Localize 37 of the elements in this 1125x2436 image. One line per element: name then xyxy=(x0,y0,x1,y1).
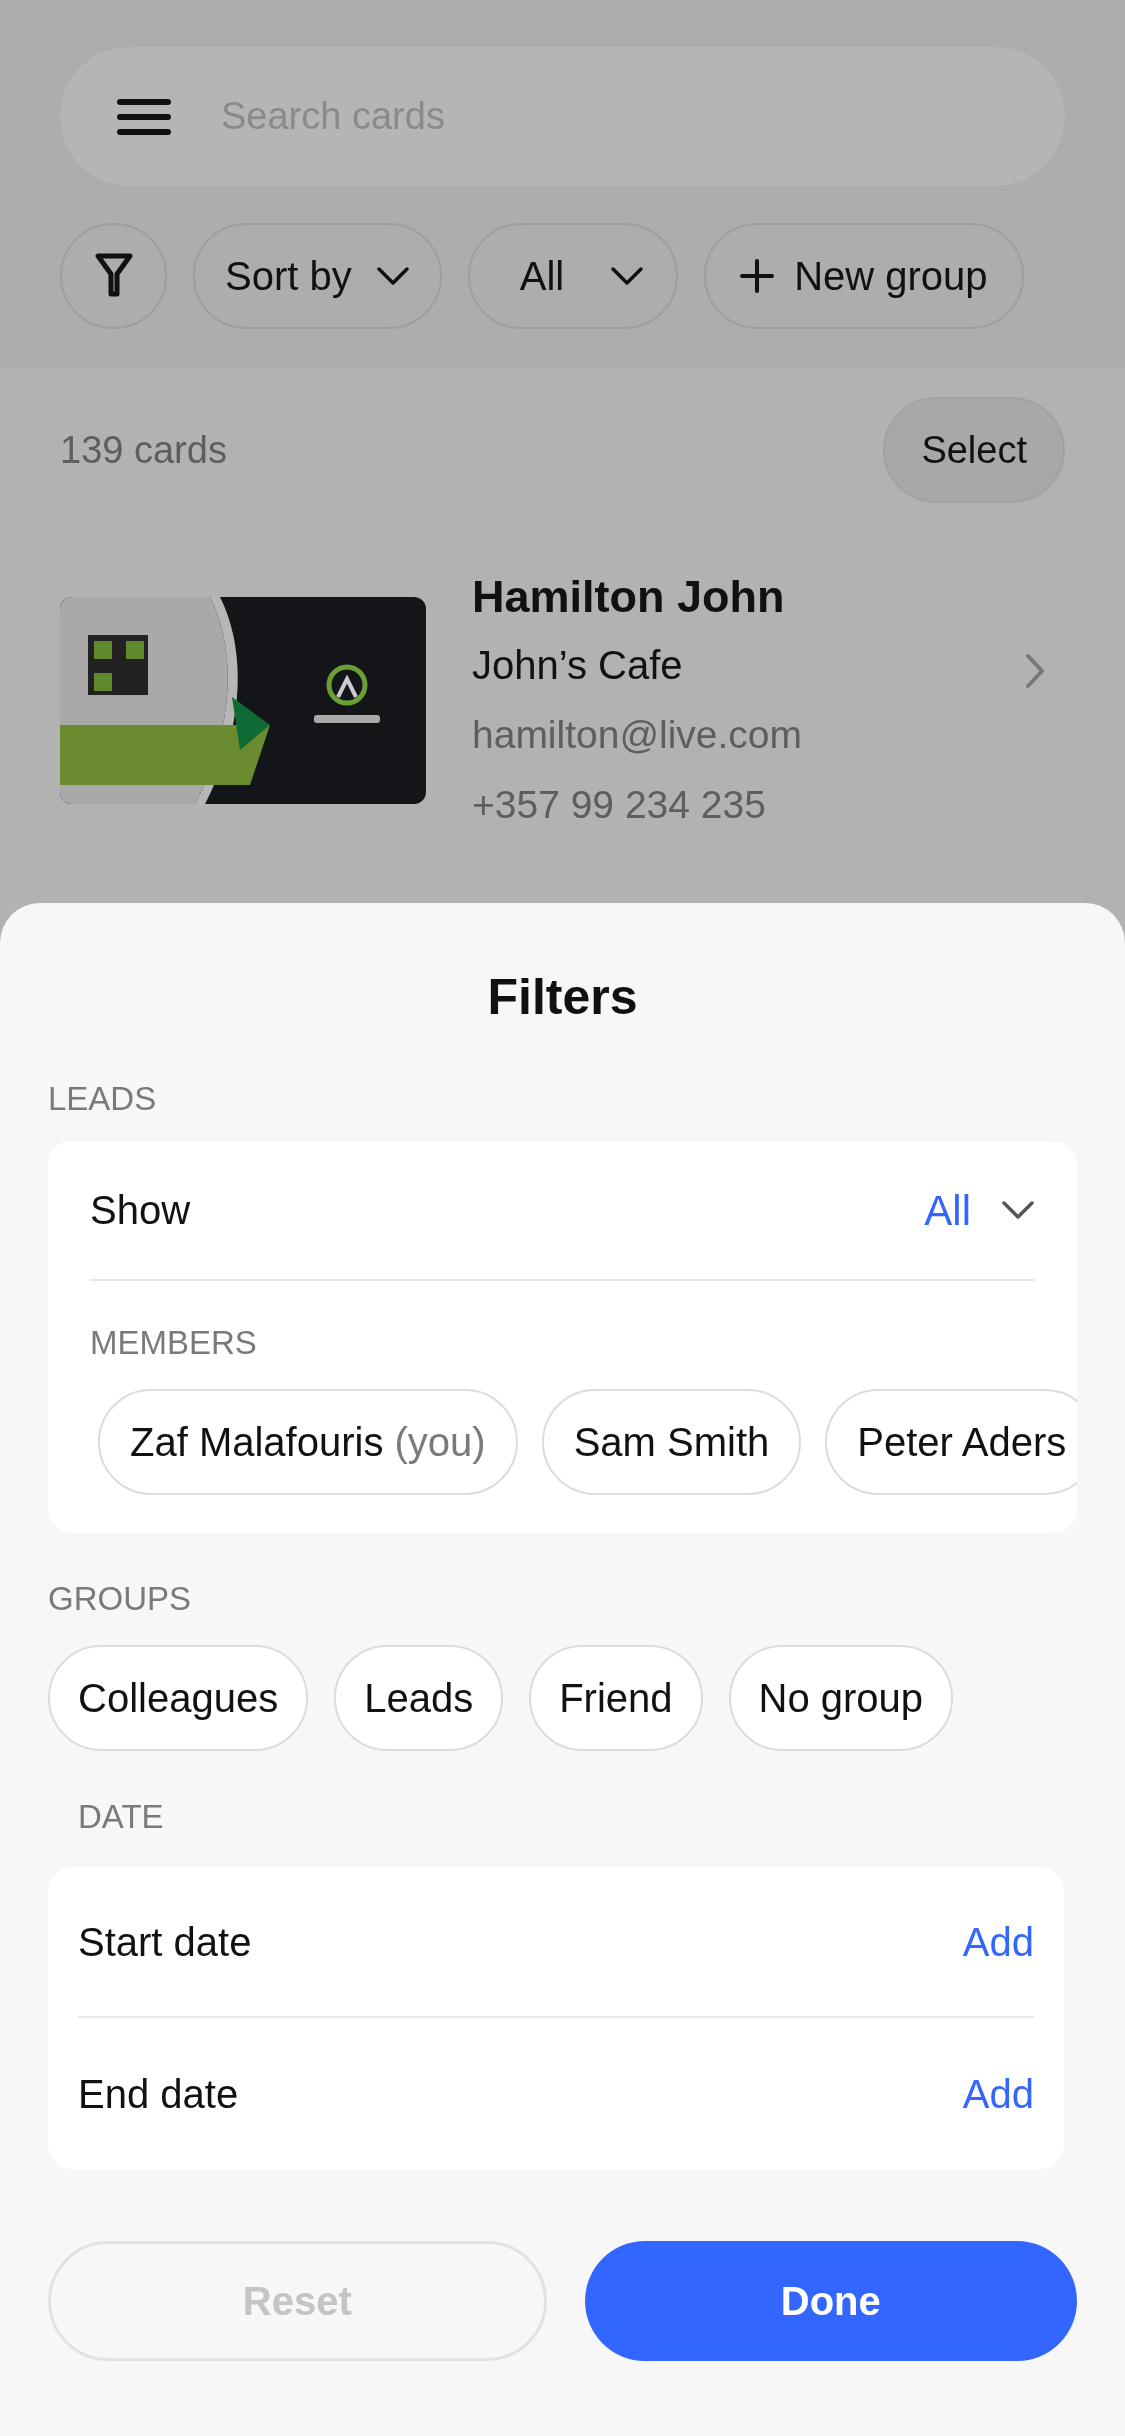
section-label: MEMBERS xyxy=(90,1323,258,1363)
group-chip[interactable]: Colleagues xyxy=(48,1645,309,1751)
filter-icon xyxy=(93,252,134,300)
chevron-down-icon xyxy=(610,266,645,286)
new-group-button[interactable]: New group xyxy=(704,223,1024,329)
contact-name: Hamilton John xyxy=(472,570,786,624)
section-label: LEADS xyxy=(48,1079,158,1119)
member-chip[interactable]: Peter Aders xyxy=(825,1389,1077,1495)
chevron-right-icon xyxy=(1025,653,1045,689)
sheet-title: Filters xyxy=(487,968,638,1027)
show-dropdown[interactable]: All xyxy=(924,1178,1035,1242)
date-label: Start date xyxy=(78,1918,252,1966)
select-button[interactable]: Select xyxy=(883,397,1065,503)
show-label: Show xyxy=(90,1187,191,1234)
contact-email: hamilton@live.com xyxy=(472,712,803,758)
card-count: 139 cards xyxy=(60,427,227,473)
scope-dropdown[interactable]: All xyxy=(467,223,679,329)
section-label: GROUPS xyxy=(48,1579,193,1619)
done-button[interactable]: Done xyxy=(584,2241,1077,2361)
member-chip[interactable]: Sam Smith xyxy=(541,1389,802,1495)
contact-phone: +357 99 234 235 xyxy=(472,782,767,828)
sort-dropdown[interactable]: Sort by xyxy=(193,223,442,329)
group-chip[interactable]: No group xyxy=(728,1645,954,1751)
contact-row[interactable]: Hamilton John John’s Cafe hamilton@live.com +357 99 234 235 xyxy=(60,569,1065,831)
member-chip[interactable]: Zaf Malafouris (you) xyxy=(98,1389,518,1495)
company-name: John’s Cafe xyxy=(472,642,684,689)
chevron-down-icon xyxy=(375,266,410,286)
add-link[interactable]: Add xyxy=(962,1911,1034,1972)
filter-button[interactable] xyxy=(60,223,167,329)
date-label: End date xyxy=(78,2070,239,2118)
add-link[interactable]: Add xyxy=(962,2063,1034,2124)
section-label: DATE xyxy=(77,1797,165,1837)
group-chip[interactable]: Leads xyxy=(334,1645,504,1751)
menu-icon xyxy=(117,97,171,136)
chevron-down-icon xyxy=(1001,1200,1035,1220)
plus-icon xyxy=(740,259,775,293)
group-chip[interactable]: Friend xyxy=(529,1645,703,1751)
